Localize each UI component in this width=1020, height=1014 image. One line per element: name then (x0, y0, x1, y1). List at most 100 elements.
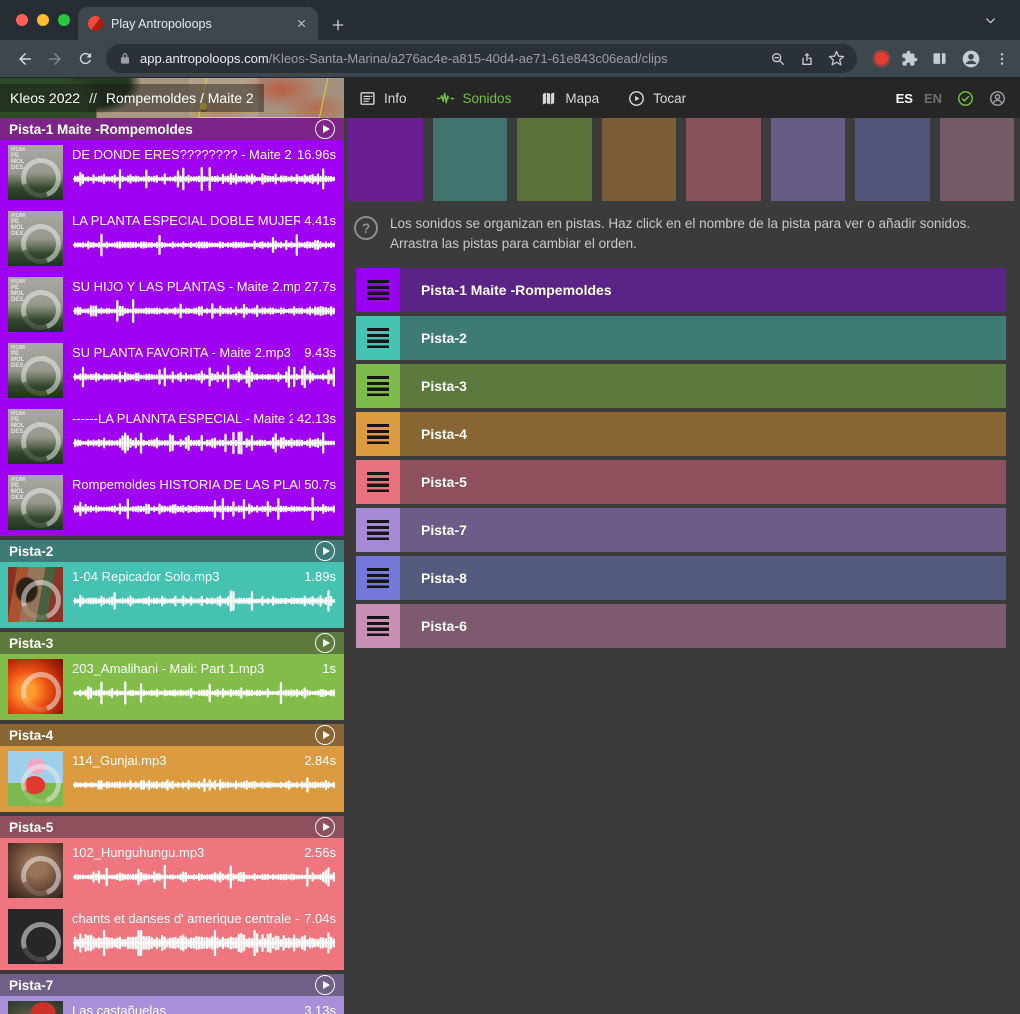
browser-menu-kebab-icon[interactable] (994, 51, 1010, 67)
track-section: Pista-5102_Hunguhungu.mp32.56schants et … (0, 816, 344, 970)
audio-clip[interactable]: DE DONDE ERES???????? - Maite 2.mp316.96… (0, 140, 344, 206)
url-domain: app.antropoloops.com (140, 51, 269, 66)
color-swatch-7[interactable] (855, 118, 930, 201)
track-section-header[interactable]: Pista-7 (0, 974, 344, 996)
extensions-puzzle-icon[interactable] (901, 50, 918, 67)
track-row[interactable]: Pista-7 (356, 508, 1006, 552)
play-track-button[interactable] (315, 817, 335, 837)
color-swatch-2[interactable] (433, 118, 508, 201)
close-tab-icon[interactable] (295, 17, 308, 30)
drag-handle[interactable] (356, 460, 400, 504)
drag-handle[interactable] (356, 508, 400, 552)
color-swatch-1[interactable] (348, 118, 423, 201)
track-bar[interactable]: Pista-4 (400, 412, 1006, 456)
status-check-icon[interactable] (957, 90, 974, 107)
audio-clip[interactable]: SU PLANTA FAVORITA - Maite 2.mp39.43s (0, 338, 344, 404)
track-section-title: Pista-3 (9, 636, 53, 651)
track-bar[interactable]: Pista-6 (400, 604, 1006, 648)
nav-tab-tocar[interactable]: Tocar (628, 90, 686, 107)
address-bar[interactable]: app.antropoloops.com/Kleos-Santa-Marina/… (106, 44, 857, 73)
drag-handle[interactable] (356, 556, 400, 600)
split-view-icon[interactable] (931, 50, 948, 67)
audio-clip[interactable]: 102_Hunguhungu.mp32.56s (0, 838, 344, 904)
track-row[interactable]: Pista-6 (356, 604, 1006, 648)
color-swatch-5[interactable] (686, 118, 761, 201)
reload-button[interactable] (70, 44, 100, 74)
track-section-header[interactable]: Pista-2 (0, 540, 344, 562)
tab-search-chevron-icon[interactable] (983, 13, 998, 28)
audio-clip[interactable]: LA PLANTA ESPECIAL DOBLE MUJER - Mai...4… (0, 206, 344, 272)
track-bar[interactable]: Pista-8 (400, 556, 1006, 600)
nav-tab-info[interactable]: Info (359, 90, 407, 107)
forward-button[interactable] (40, 44, 70, 74)
track-bar[interactable]: Pista-7 (400, 508, 1006, 552)
account-icon[interactable] (989, 90, 1006, 107)
play-track-button[interactable] (315, 119, 335, 139)
audio-clip[interactable]: SU HIJO Y LAS PLANTAS - Maite 2.mp327.7s (0, 272, 344, 338)
waveform (72, 680, 336, 706)
audio-clip[interactable]: 114_Gunjai.mp32.84s (0, 746, 344, 812)
clip-name: Las castañuelas (72, 1003, 166, 1014)
audio-clip[interactable]: 203_Amalihani - Mali: Part 1.mp31s (0, 654, 344, 720)
zoom-out-indicator-icon[interactable] (770, 51, 786, 67)
color-swatch-6[interactable] (771, 118, 846, 201)
lock-icon[interactable] (118, 52, 132, 66)
drag-handle[interactable] (356, 412, 400, 456)
audio-clip[interactable]: ------LA PLANNTA ESPECIAL - Maite 2.mp34… (0, 404, 344, 470)
track-section-header[interactable]: Pista-3 (0, 632, 344, 654)
track-section-header[interactable]: Pista-1 Maite -Rompemoldes (0, 118, 344, 140)
track-section-header[interactable]: Pista-4 (0, 724, 344, 746)
play-track-button[interactable] (315, 541, 335, 561)
clip-thumbnail (8, 475, 63, 530)
track-row[interactable]: Pista-3 (356, 364, 1006, 408)
language-toggle-en[interactable]: EN (924, 91, 942, 106)
play-track-button[interactable] (315, 725, 335, 745)
drag-handle[interactable] (356, 268, 400, 312)
track-section-header[interactable]: Pista-5 (0, 816, 344, 838)
color-swatch-3[interactable] (517, 118, 592, 201)
browser-tab[interactable]: Play Antropoloops (78, 7, 318, 40)
close-window-button[interactable] (16, 14, 28, 26)
recording-extension-icon[interactable] (875, 52, 888, 65)
play-track-button[interactable] (315, 633, 335, 653)
browser-profile-avatar[interactable] (961, 49, 981, 69)
audio-clip[interactable]: Rompemoldes HISTORIA DE LAS PLANTAS...50… (0, 470, 344, 536)
clip-duration: 3.13s (304, 1003, 336, 1014)
share-icon[interactable] (799, 51, 815, 67)
nav-tab-mapa[interactable]: Mapa (540, 90, 599, 107)
track-label: Pista-5 (421, 474, 467, 490)
drag-handle[interactable] (356, 364, 400, 408)
track-row[interactable]: Pista-2 (356, 316, 1006, 360)
back-button[interactable] (10, 44, 40, 74)
breadcrumb-project-link[interactable]: Kleos 2022 (10, 90, 80, 106)
track-row[interactable]: Pista-8 (356, 556, 1006, 600)
track-bar[interactable]: Pista-2 (400, 316, 1006, 360)
clip-name: Rompemoldes HISTORIA DE LAS PLANTAS... (72, 477, 300, 492)
minimize-window-button[interactable] (37, 14, 49, 26)
play-track-button[interactable] (315, 975, 335, 995)
bookmark-star-icon[interactable] (828, 50, 845, 67)
track-bar[interactable]: Pista-5 (400, 460, 1006, 504)
track-label: Pista-3 (421, 378, 467, 394)
drag-handle-icon (367, 328, 389, 348)
browser-tab-strip: Play Antropoloops (0, 0, 1020, 40)
language-toggle-es[interactable]: ES (896, 91, 913, 106)
audio-clip[interactable]: 1-04 Repicador Solo.mp31.89s (0, 562, 344, 628)
new-tab-button[interactable] (330, 17, 346, 33)
drag-handle[interactable] (356, 316, 400, 360)
clip-duration: 9.43s (304, 345, 336, 360)
track-row[interactable]: Pista-1 Maite -Rompemoldes (356, 268, 1006, 312)
play-icon (628, 90, 645, 107)
zoom-window-button[interactable] (58, 14, 70, 26)
nav-tab-sonidos[interactable]: Sonidos (436, 89, 512, 108)
track-row[interactable]: Pista-5 (356, 460, 1006, 504)
track-bar[interactable]: Pista-1 Maite -Rompemoldes (400, 268, 1006, 312)
track-row[interactable]: Pista-4 (356, 412, 1006, 456)
track-section-title: Pista-4 (9, 728, 53, 743)
audio-clip[interactable]: chants et danses d' amerique centrale - … (0, 904, 344, 970)
color-swatch-8[interactable] (940, 118, 1015, 201)
track-bar[interactable]: Pista-3 (400, 364, 1006, 408)
color-swatch-4[interactable] (602, 118, 677, 201)
audio-clip[interactable]: Las castañuelas 3.13s (0, 996, 344, 1014)
drag-handle[interactable] (356, 604, 400, 648)
